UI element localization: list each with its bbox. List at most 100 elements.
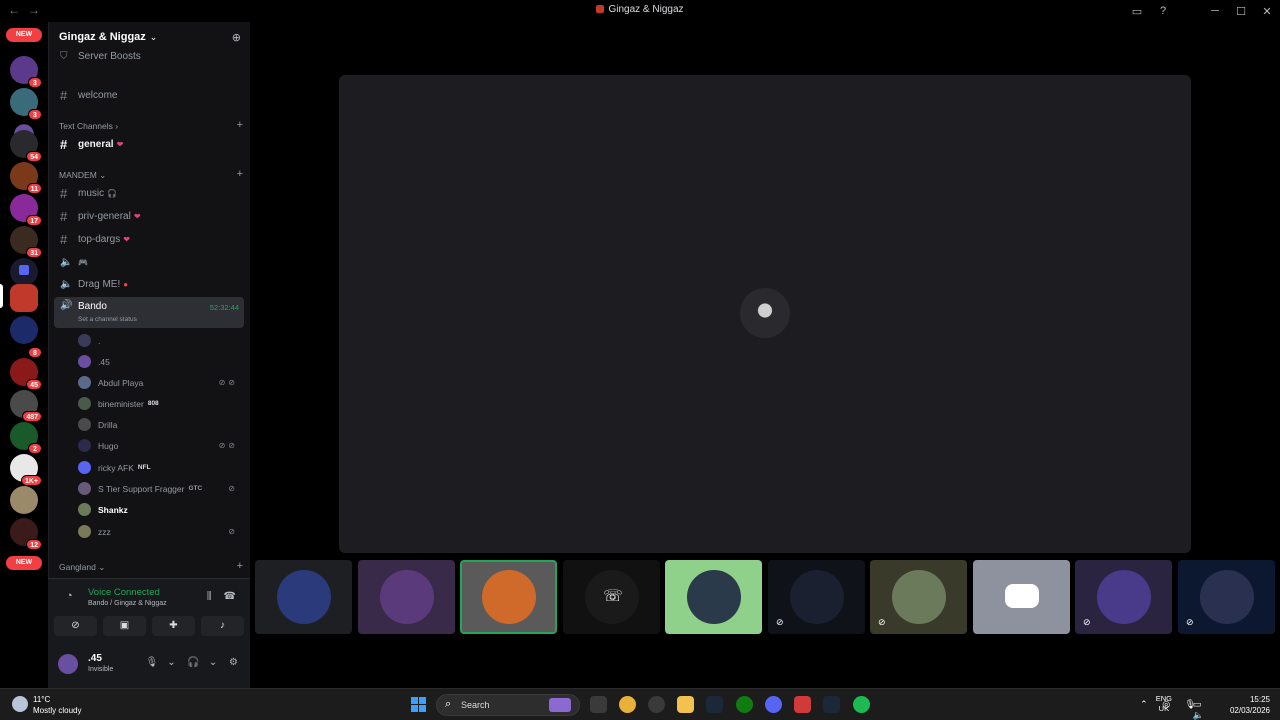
- voice-user-name: S Tier Support Fragger: [98, 483, 185, 494]
- server-icon-gingaz[interactable]: [10, 284, 38, 312]
- voice-status[interactable]: Voice Connected: [88, 587, 160, 598]
- voice-user[interactable]: zzz ⊘: [78, 522, 244, 541]
- participant-tile[interactable]: [665, 560, 762, 634]
- server-icon[interactable]: 2: [10, 422, 42, 454]
- participant-tile[interactable]: [358, 560, 455, 634]
- category-mandem[interactable]: MANDEM ⌄ +: [59, 168, 245, 181]
- screen-share-button[interactable]: ▣: [103, 616, 146, 636]
- participant-tile[interactable]: ⊘: [1075, 560, 1172, 634]
- gear-icon[interactable]: ⚙: [229, 657, 238, 668]
- voice-connected-panel: ◔ Voice Connected Bando / Gingaz & Nigga…: [48, 578, 250, 643]
- channel-label: Server Boosts: [78, 50, 141, 62]
- minimize-icon[interactable]: ─: [1202, 5, 1228, 17]
- channel-top-dargs[interactable]: # top-dargs ❤: [54, 229, 244, 249]
- user-name[interactable]: .45: [88, 653, 102, 664]
- voice-user[interactable]: bineminister 808: [78, 394, 244, 413]
- help-icon[interactable]: ?: [1150, 5, 1176, 17]
- server-icon[interactable]: 3: [10, 88, 42, 120]
- app-icon[interactable]: [794, 696, 811, 713]
- server-icon[interactable]: 31: [10, 226, 42, 258]
- voice-channel-bando[interactable]: 🔊 Bando 52:32:44 Set a channel status: [54, 297, 244, 328]
- server-icon[interactable]: 11: [10, 162, 42, 194]
- participant-tile[interactable]: ☏: [563, 560, 660, 634]
- server-logo-icon: [596, 5, 605, 13]
- steam-icon[interactable]: [823, 696, 840, 713]
- chrome-icon[interactable]: [619, 696, 636, 713]
- windows-start-icon[interactable]: [411, 697, 427, 713]
- voice-user-name: zzz: [98, 526, 111, 537]
- maximize-icon[interactable]: ☐: [1228, 5, 1254, 18]
- invite-people-icon[interactable]: ⊕: [232, 31, 241, 44]
- focused-video-tile[interactable]: [339, 75, 1191, 553]
- add-channel-icon[interactable]: +: [237, 119, 243, 131]
- voice-user[interactable]: S Tier Support Fragger GTC ⊘: [78, 479, 244, 498]
- mention-badge: 17: [26, 215, 42, 226]
- server-icon[interactable]: 3: [10, 56, 42, 88]
- noise-suppression-icon[interactable]: ⫼: [207, 591, 212, 602]
- channel-status[interactable]: Set a channel status: [78, 316, 137, 323]
- avatar: [78, 525, 91, 538]
- xbox-icon[interactable]: [736, 696, 753, 713]
- server-boosts-item[interactable]: ⛉ Server Boosts: [54, 46, 244, 66]
- server-icon[interactable]: 487: [10, 390, 42, 422]
- participant-tile[interactable]: ⊘: [1178, 560, 1275, 634]
- server-name: Gingaz & Niggaz: [59, 31, 146, 43]
- app-icon[interactable]: [648, 696, 665, 713]
- spotify-icon[interactable]: [853, 696, 870, 713]
- server-icon[interactable]: 54: [10, 130, 42, 162]
- avatar: [277, 570, 331, 624]
- voice-user[interactable]: Drilla: [78, 415, 244, 434]
- task-view-icon[interactable]: [590, 696, 607, 713]
- server-icon[interactable]: 12: [10, 518, 42, 550]
- connection-signal-icon[interactable]: ◔: [66, 590, 73, 602]
- voice-user[interactable]: Hugo ⊘⊘: [78, 436, 244, 455]
- category-text-channels[interactable]: Text Channels › +: [59, 119, 245, 131]
- file-explorer-icon[interactable]: [677, 696, 694, 713]
- channel-general[interactable]: # general ❤: [54, 134, 244, 154]
- add-channel-icon[interactable]: +: [237, 560, 243, 572]
- server-icon[interactable]: [10, 486, 38, 514]
- network-volume-icons[interactable]: ▭🔈: [1193, 699, 1208, 720]
- activities-button[interactable]: ✚: [152, 616, 195, 636]
- taskbar-search[interactable]: ⌕ Search: [436, 694, 580, 716]
- voice-user[interactable]: .: [78, 331, 244, 350]
- chevron-down-icon[interactable]: ⌄: [209, 657, 217, 668]
- chevron-down-icon[interactable]: ⌄: [167, 657, 175, 668]
- participant-tile[interactable]: ⊘: [870, 560, 967, 634]
- participant-tile[interactable]: ⊘: [768, 560, 865, 634]
- clock[interactable]: 15:25 02/03/2026: [1230, 694, 1270, 716]
- voice-user[interactable]: .45: [78, 352, 244, 371]
- voice-user[interactable]: ricky AFK NFL: [78, 458, 244, 477]
- soundboard-button[interactable]: ♪: [201, 616, 244, 636]
- category-gangland[interactable]: Gangland ⌄ +: [59, 560, 245, 573]
- discord-icon[interactable]: [765, 696, 782, 713]
- server-icon[interactable]: 45: [10, 358, 42, 390]
- voice-location[interactable]: Bando / Gingaz & Niggaz: [88, 600, 167, 607]
- speaker-active-icon: 🔊: [60, 300, 73, 311]
- channel-music[interactable]: # music 🎧: [54, 183, 244, 203]
- close-icon[interactable]: ✕: [1254, 5, 1280, 18]
- camera-off-button[interactable]: ⊘: [54, 616, 97, 636]
- server-icon[interactable]: 1K+: [10, 454, 42, 486]
- server-icon[interactable]: 8: [10, 326, 42, 358]
- disconnect-icon[interactable]: ☎: [224, 591, 236, 602]
- voice-user[interactable]: Shankz: [78, 500, 244, 519]
- add-channel-icon[interactable]: +: [237, 168, 243, 180]
- folder-icon[interactable]: [10, 258, 38, 286]
- voice-channel-gaming[interactable]: 🔈 🎮: [54, 252, 244, 272]
- participant-tile[interactable]: [255, 560, 352, 634]
- inbox-icon[interactable]: ▭: [1124, 5, 1150, 18]
- emoji-icon: ●: [123, 279, 129, 289]
- steam-icon[interactable]: [706, 696, 723, 713]
- avatar: [1097, 570, 1151, 624]
- channel-welcome[interactable]: # welcome: [54, 85, 244, 105]
- microphone-icon[interactable]: 🎙: [146, 657, 159, 668]
- participant-tile-speaking[interactable]: [460, 560, 557, 634]
- avatar[interactable]: [58, 654, 78, 674]
- server-icon[interactable]: 17: [10, 194, 42, 226]
- voice-user[interactable]: Abdul Playa ⊘⊘: [78, 373, 244, 392]
- channel-priv-general[interactable]: # priv-general ❤: [54, 206, 244, 226]
- participant-tile[interactable]: [973, 560, 1070, 634]
- voice-channel-drag-me[interactable]: 🔈 Drag ME! ●: [54, 274, 244, 294]
- headphones-icon[interactable]: 🎧: [187, 657, 199, 668]
